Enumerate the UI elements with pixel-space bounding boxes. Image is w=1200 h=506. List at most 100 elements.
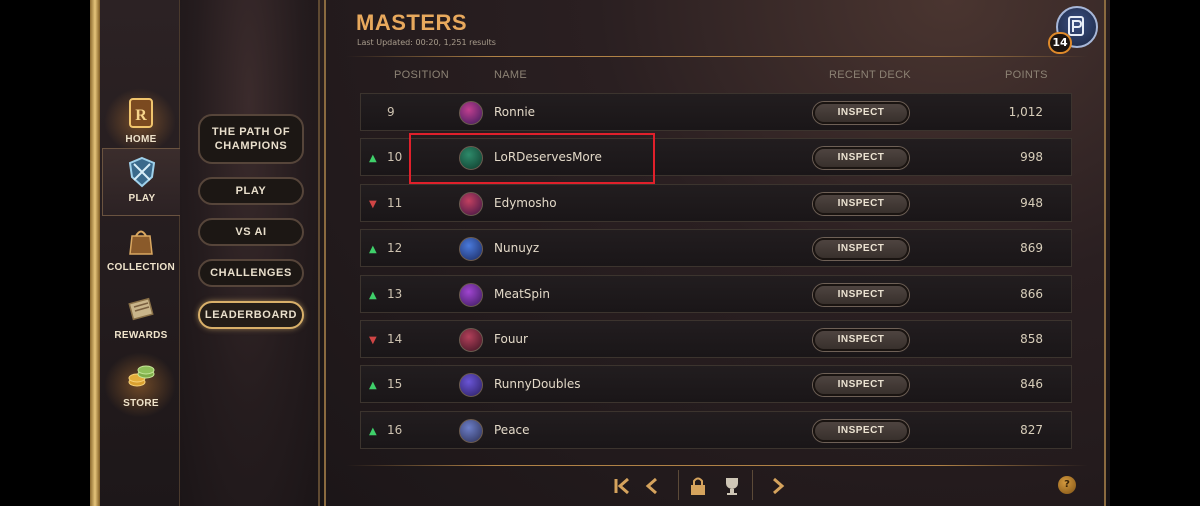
trend-up-icon: ▲ bbox=[369, 380, 377, 392]
position-value: 14 bbox=[387, 332, 403, 346]
player-name[interactable]: Nunuyz bbox=[494, 241, 539, 255]
avatar-icon[interactable] bbox=[459, 328, 483, 352]
avatar-icon[interactable] bbox=[459, 237, 483, 262]
player-name[interactable]: RunnyDoubles bbox=[494, 377, 581, 391]
gold-rail bbox=[90, 0, 100, 506]
collection-bag-icon bbox=[129, 230, 153, 255]
table-row: ▲ 16 Peace INSPECT 827 bbox=[360, 410, 1072, 449]
nav-collection-label: COLLECTION bbox=[107, 262, 175, 273]
footer-divider bbox=[346, 465, 1088, 466]
position-cell: ▲ 16 bbox=[369, 423, 429, 437]
leaderboard-button[interactable]: LEADERBOARD bbox=[198, 301, 304, 329]
points-value: 869 bbox=[1020, 241, 1043, 256]
position-cell: ▲ 15 bbox=[369, 377, 429, 391]
position-cell: ▲ 12 bbox=[369, 241, 429, 255]
inspect-deck-button[interactable]: INSPECT bbox=[813, 147, 909, 170]
table-row: ▼ 14 Fouur INSPECT 858 bbox=[360, 320, 1072, 358]
chevron-left-icon bbox=[645, 477, 657, 495]
store-coins-icon bbox=[128, 365, 155, 387]
column-header-deck: RECENT DECK bbox=[829, 69, 911, 81]
points-value: 948 bbox=[1020, 195, 1043, 210]
points-value: 866 bbox=[1020, 286, 1043, 301]
avatar-icon[interactable] bbox=[459, 282, 483, 307]
inspect-deck-button[interactable]: INSPECT bbox=[813, 283, 909, 306]
lock-rank-icon bbox=[691, 477, 705, 495]
player-name[interactable]: Ronnie bbox=[494, 105, 535, 119]
trend-up-icon: ▲ bbox=[369, 244, 377, 256]
position-cell: ▼ 14 bbox=[369, 332, 429, 346]
nav-rewards[interactable]: REWARDS bbox=[104, 286, 178, 354]
table-row: ▲ 12 Nunuyz INSPECT 869 bbox=[360, 229, 1072, 268]
first-page-button[interactable] bbox=[610, 474, 634, 498]
points-value: 1,012 bbox=[1008, 105, 1043, 119]
avatar-icon[interactable] bbox=[459, 146, 483, 171]
position-value: 16 bbox=[387, 422, 403, 437]
table-row: ▲ 13 MeatSpin INSPECT 866 bbox=[360, 274, 1072, 313]
page-title: MASTERS bbox=[356, 10, 468, 35]
play-submenu: THE PATH OF CHAMPIONS PLAY VS AI CHALLEN… bbox=[180, 0, 320, 506]
inspect-deck-button[interactable]: INSPECT bbox=[813, 192, 909, 215]
home-icon: R bbox=[129, 98, 153, 128]
trend-up-icon: ▲ bbox=[369, 153, 377, 165]
notification-badge: 14 bbox=[1048, 32, 1072, 54]
position-cell: ▲ 13 bbox=[369, 287, 429, 301]
table-row: 9 Ronnie INSPECT 1,012 bbox=[360, 93, 1072, 131]
position-value: 12 bbox=[387, 241, 403, 256]
trend-up-icon: ▲ bbox=[369, 289, 377, 301]
avatar-icon[interactable] bbox=[459, 373, 483, 398]
first-page-icon bbox=[614, 477, 629, 495]
points-value: 858 bbox=[1020, 332, 1043, 346]
player-name[interactable]: Edymosho bbox=[494, 196, 557, 210]
player-name[interactable]: Fouur bbox=[494, 332, 528, 346]
nav-home-label: HOME bbox=[125, 134, 157, 145]
last-updated-text: Last Updated: 00:20, 1,251 results bbox=[357, 38, 496, 47]
next-page-button[interactable] bbox=[766, 474, 790, 498]
player-name[interactable]: Peace bbox=[494, 423, 530, 437]
position-value: 15 bbox=[387, 377, 403, 392]
avatar-icon[interactable] bbox=[459, 191, 483, 216]
play-shield-icon bbox=[128, 156, 156, 188]
column-header-position: POSITION bbox=[394, 69, 449, 81]
pager-separator bbox=[752, 470, 753, 500]
prev-page-button[interactable] bbox=[640, 474, 664, 498]
play-mode-button[interactable]: PLAY bbox=[198, 177, 304, 205]
points-value: 827 bbox=[1020, 422, 1043, 437]
inspect-deck-button[interactable]: INSPECT bbox=[813, 374, 909, 397]
trend-down-icon: ▼ bbox=[369, 335, 377, 346]
leaderboard-panel: MASTERS Last Updated: 00:20, 1,251 resul… bbox=[324, 0, 1106, 506]
inspect-deck-button[interactable]: INSPECT bbox=[813, 419, 909, 442]
position-cell: 9 bbox=[369, 105, 429, 119]
svg-text:R: R bbox=[135, 107, 147, 124]
trophy-icon bbox=[726, 478, 738, 495]
points-value: 998 bbox=[1020, 150, 1043, 165]
challenges-button[interactable]: CHALLENGES bbox=[198, 259, 304, 287]
chevron-right-icon bbox=[773, 477, 785, 495]
header-divider bbox=[346, 56, 1088, 57]
pager-separator bbox=[678, 470, 679, 500]
player-name[interactable]: LoRDeservesMore bbox=[494, 150, 602, 164]
column-header-name: NAME bbox=[494, 69, 527, 81]
table-row: ▼ 11 Edymosho INSPECT 948 bbox=[360, 183, 1072, 222]
inspect-deck-button[interactable]: INSPECT bbox=[813, 238, 909, 261]
avatar-icon[interactable] bbox=[459, 101, 483, 125]
path-of-champions-button[interactable]: THE PATH OF CHAMPIONS bbox=[198, 114, 304, 164]
inspect-deck-button[interactable]: INSPECT bbox=[813, 102, 909, 124]
rewards-scroll-icon bbox=[128, 297, 154, 321]
trend-down-icon: ▼ bbox=[369, 198, 377, 210]
nav-store[interactable]: STORE bbox=[104, 354, 178, 422]
avatar-icon[interactable] bbox=[459, 418, 483, 443]
position-value: 10 bbox=[387, 150, 403, 165]
inspect-deck-button[interactable]: INSPECT bbox=[813, 329, 909, 351]
nav-collection[interactable]: COLLECTION bbox=[104, 218, 178, 286]
my-rank-button[interactable] bbox=[686, 474, 710, 498]
player-name[interactable]: MeatSpin bbox=[494, 287, 550, 301]
top-rank-button[interactable] bbox=[720, 474, 744, 498]
vs-ai-button[interactable]: VS AI bbox=[198, 218, 304, 246]
nav-play[interactable]: PLAY bbox=[102, 148, 182, 216]
column-header-points: POINTS bbox=[1005, 69, 1048, 81]
nav-play-label: PLAY bbox=[128, 193, 156, 204]
position-value: 11 bbox=[387, 195, 403, 210]
position-value: 13 bbox=[387, 286, 403, 301]
main-nav: R HOME PLAY COLLECTION REWARDS STORE bbox=[100, 0, 182, 506]
help-button[interactable]: ? bbox=[1058, 476, 1076, 494]
